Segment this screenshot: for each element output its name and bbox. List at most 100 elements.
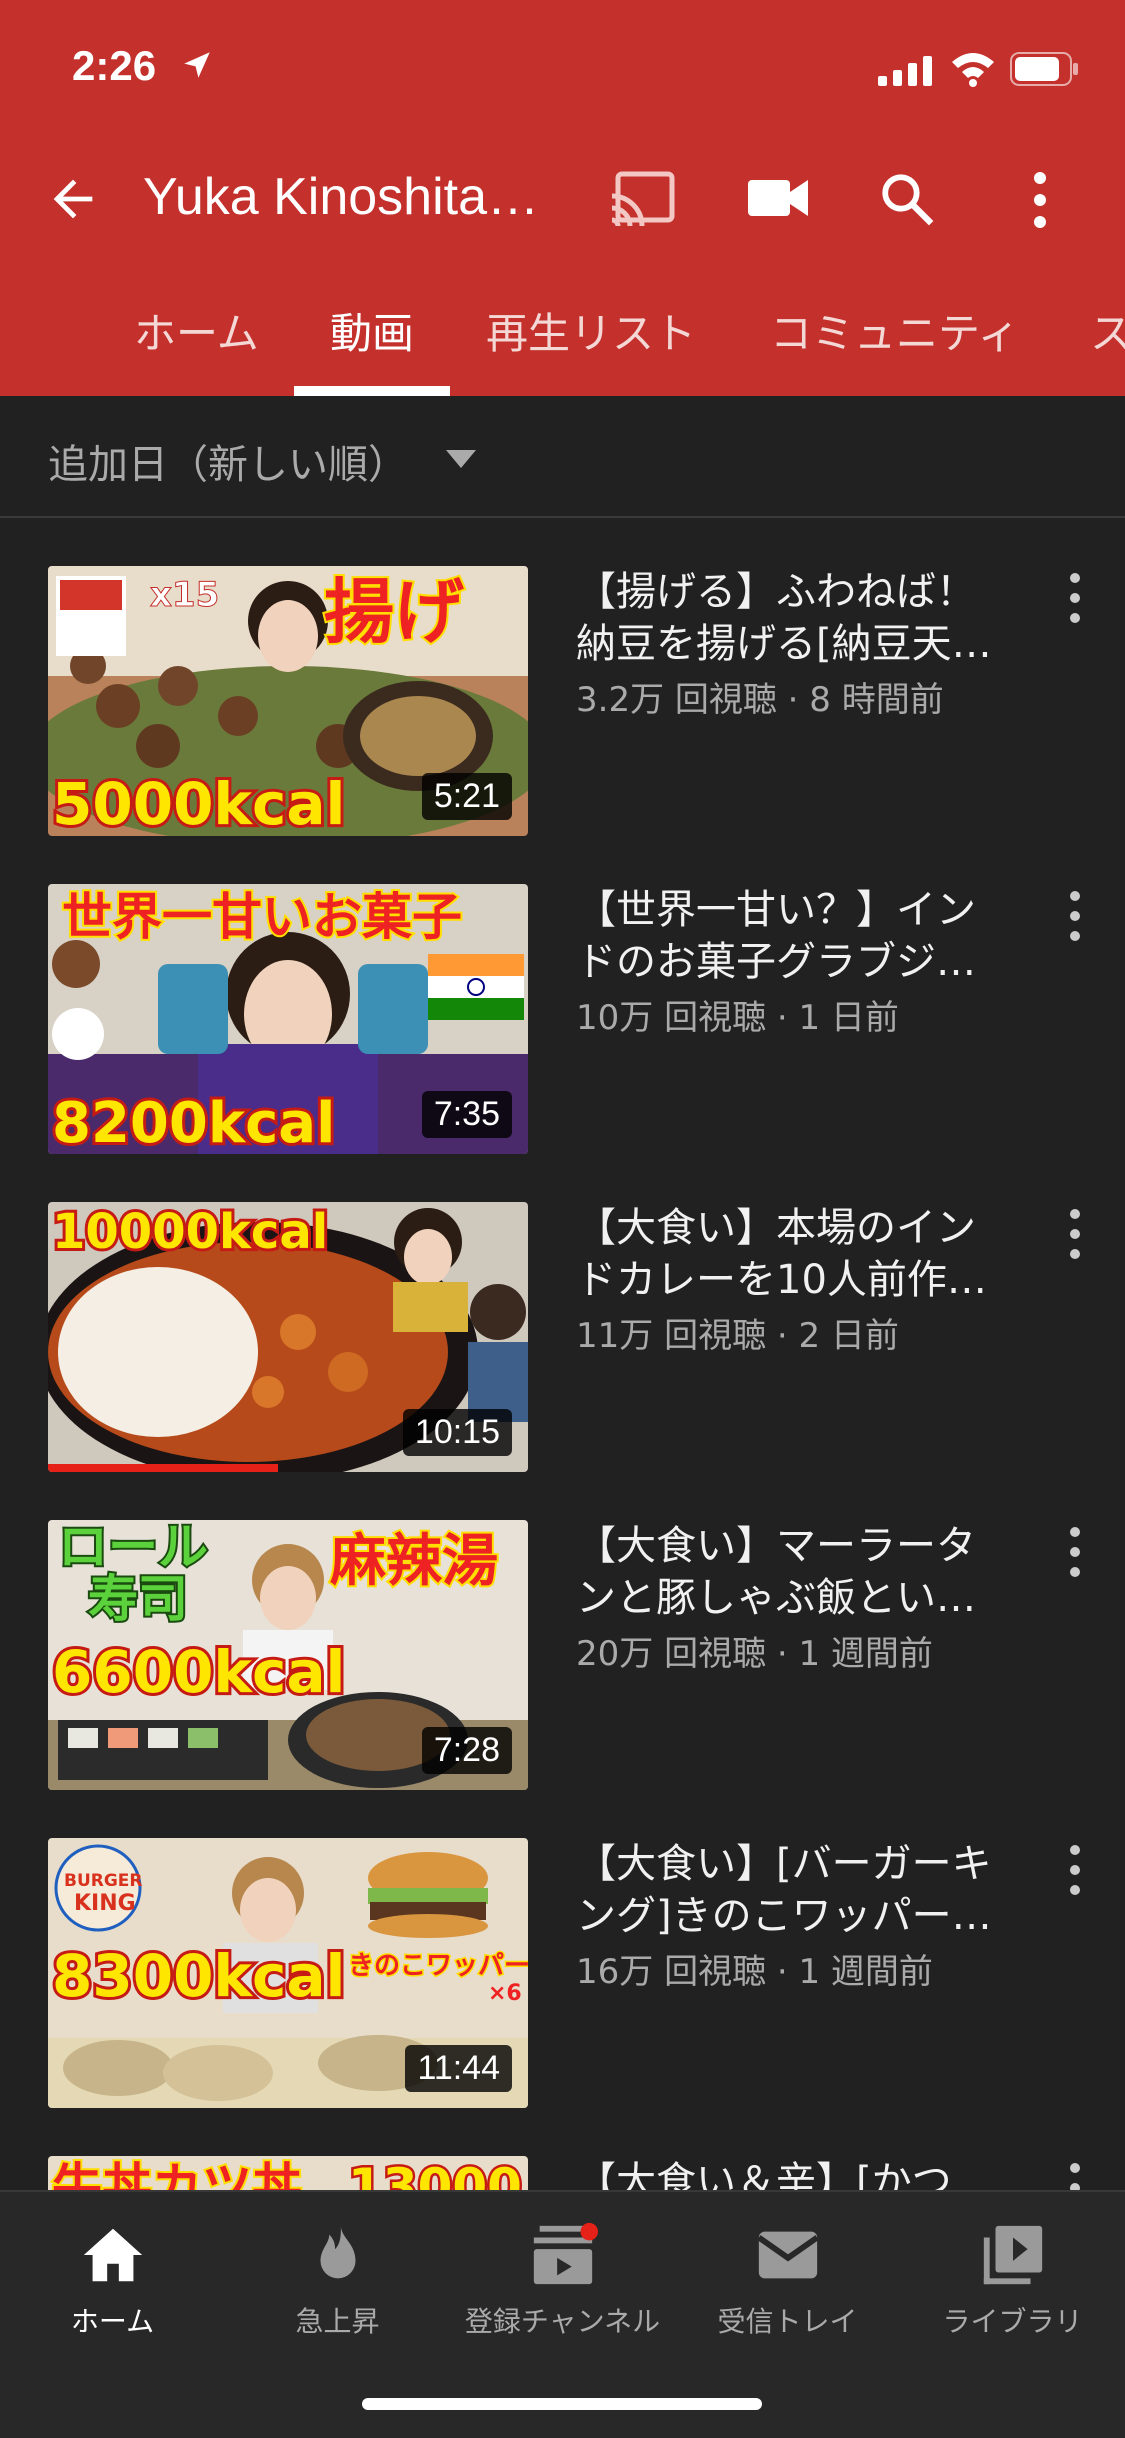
cast-icon[interactable] [608,168,676,228]
video-title[interactable]: 【大食い】本場のイン ドカレーを10人前作… [576,1202,1016,1306]
video-meta: 20万 回視聴 · 1 週間前 [576,1634,933,1674]
location-arrow-icon [184,52,210,78]
video-thumbnail[interactable]: x15 揚げ 5000kcal 5:21 [48,566,528,836]
video-item[interactable]: 世界一甘いお菓子 8200kcal 7:35 【世界一甘い？】イン ドのお菓子グ… [0,884,1125,1202]
thumb-badge: x15 [150,575,219,615]
watch-progress-bar [48,1464,278,1472]
thumb-text-bottom: 5000kcal [52,770,345,836]
duration-badge: 5:21 [421,773,512,820]
duration-badge: 7:35 [421,1091,512,1138]
more-vert-icon[interactable] [1066,888,1084,944]
video-title-line1: 【世界一甘い？】イン [576,887,976,933]
nav-home[interactable]: ホーム [0,2220,225,2350]
nav-label: ホーム [70,2305,155,2338]
nav-label: 急上昇 [295,2305,380,2338]
tab-community[interactable]: コミュニティ [770,300,1019,361]
app-bar: Yuka Kinoshita… [0,140,1125,256]
thumb-text-left1: ロール [58,1520,208,1576]
video-thumbnail[interactable]: 世界一甘いお菓子 8200kcal 7:35 [48,884,528,1154]
thumb-text-right: 13000 [348,2158,522,2190]
back-arrow-icon[interactable] [44,170,102,228]
thumb-text-bottom: 8300kcal [52,1942,345,2010]
more-vert-icon[interactable] [1066,1524,1084,1580]
video-meta: 10万 回視聴 · 1 日前 [576,998,899,1038]
video-title-line1: 【大食い】本場のイン [576,1205,976,1251]
thumb-text-left2: 寿司 [88,1570,188,1628]
channel-tabs: ホーム 動画 再生リスト コミュニティ ス [0,286,1125,396]
status-time: 2:26 [72,42,157,89]
thumb-text-top: 牛丼カツ丼 [52,2158,302,2190]
library-icon [983,2225,1043,2285]
video-thumbnail[interactable]: ロール 寿司 麻辣湯 6600kcal 7:28 [48,1520,528,1790]
thumb-text-bottom: 6600kcal [52,1638,345,1706]
trending-icon [320,2225,356,2279]
dropdown-caret-icon [446,450,476,468]
more-vert-icon[interactable] [1030,170,1050,230]
video-title-line2: ドのお菓子グラブジ… [576,939,976,985]
more-vert-icon[interactable] [1066,570,1084,626]
video-meta: 11万 回視聴 · 2 日前 [576,1316,899,1356]
tab-videos[interactable]: 動画 [330,300,414,361]
video-title[interactable]: 【大食い】[バーガーキ ング]きのこワッパー… [576,1838,1016,1942]
subscriptions-icon [533,2222,598,2285]
thumb-logo-line1: BURGER [64,1871,143,1891]
video-title-line2: ンと豚しゃぶ飯とい… [576,1575,976,1621]
video-title-line1: 【大食い】[バーガーキ [576,1841,992,1887]
video-title-line2: ング]きのこワッパー… [576,1893,992,1939]
nav-label: 登録チャンネル [464,2305,661,2338]
more-vert-icon[interactable] [1066,2160,1084,2190]
video-title-line2: ドカレーを10人前作… [576,1257,987,1303]
tab-playlists[interactable]: 再生リスト [486,300,696,361]
nav-inbox[interactable]: 受信トレイ [675,2220,900,2350]
video-title[interactable]: 【大食い】マーラータ ンと豚しゃぶ飯とい… [576,1520,1016,1624]
sort-bar[interactable]: 追加日（新しい順） [0,396,1125,518]
thumb-text-right: 麻辣湯 [330,1529,498,1594]
video-thumbnail[interactable]: BURGER KING 8300kcal きのこワッパー ×6 11:44 [48,1838,528,2108]
more-vert-icon[interactable] [1066,1206,1084,1262]
inbox-icon [757,2231,819,2279]
video-meta: 3.2万 回視聴 · 8 時間前 [576,680,944,720]
cellular-signal-icon [878,56,932,86]
video-thumbnail[interactable]: 10000kcal 10:15 [48,1202,528,1472]
sort-label: 追加日（新しい順） [48,442,408,488]
thumb-text-bottom: 8200kcal [52,1091,335,1154]
video-camera-icon[interactable] [748,176,808,220]
video-title-line1: 【大食い】マーラータ [576,1523,976,1569]
video-title[interactable]: 【大食い＆辛】[かつ [576,2156,1016,2190]
nav-trending[interactable]: 急上昇 [225,2220,450,2350]
duration-badge: 7:28 [421,1727,512,1774]
header: 2:26 Yuka Kinoshita… ホーム 動画 再生リスト コミュニティ… [0,0,1125,396]
thumb-text-top: 10000kcal [52,1204,328,1260]
thumb-text-top: 揚げ [324,571,464,653]
duration-badge: 10:15 [402,1409,512,1456]
thumb-text-top: 世界一甘いお菓子 [62,888,462,946]
thumb-badge: ×6 [488,1981,522,2006]
wifi-icon [952,53,994,87]
channel-title: Yuka Kinoshita… [143,168,540,226]
video-title[interactable]: 【世界一甘い？】イン ドのお菓子グラブジ… [576,884,1016,988]
duration-badge: 11:44 [405,2045,512,2092]
video-thumbnail[interactable]: 牛丼カツ丼 13000 [48,2156,528,2190]
video-title-line2: 納豆を揚げる[納豆天… [576,621,992,667]
tab-channels[interactable]: ス [1090,300,1125,361]
video-item[interactable]: 10000kcal 10:15 【大食い】本場のイン ドカレーを10人前作… 1… [0,1202,1125,1520]
video-meta: 16万 回視聴 · 1 週間前 [576,1952,933,1992]
video-item[interactable]: BURGER KING 8300kcal きのこワッパー ×6 11:44 【大… [0,1838,1125,2156]
nav-label: ライブラリ [942,2305,1083,2338]
thumbnail-image: 牛丼カツ丼 13000 [48,2156,528,2190]
video-item[interactable]: 牛丼カツ丼 13000 【大食い＆辛】[かつ [0,2156,1125,2190]
search-icon[interactable] [878,170,936,228]
active-tab-indicator [294,386,450,396]
battery-icon [1010,52,1078,86]
more-vert-icon[interactable] [1066,1842,1084,1898]
video-title-line1: 【大食い＆辛】[かつ [576,2159,952,2190]
video-item[interactable]: ロール 寿司 麻辣湯 6600kcal 7:28 【大食い】マーラータ ンと豚し… [0,1520,1125,1838]
video-title[interactable]: 【揚げる】ふわねば！ 納豆を揚げる[納豆天… [576,566,1016,670]
video-item[interactable]: x15 揚げ 5000kcal 5:21 【揚げる】ふわねば！ 納豆を揚げる[納… [0,566,1125,884]
home-icon [83,2228,143,2282]
nav-subscriptions[interactable]: 登録チャンネル [450,2220,675,2350]
tab-home[interactable]: ホーム [134,300,259,361]
nav-library[interactable]: ライブラリ [900,2220,1125,2350]
home-indicator [362,2398,762,2410]
nav-label: 受信トレイ [717,2305,858,2338]
